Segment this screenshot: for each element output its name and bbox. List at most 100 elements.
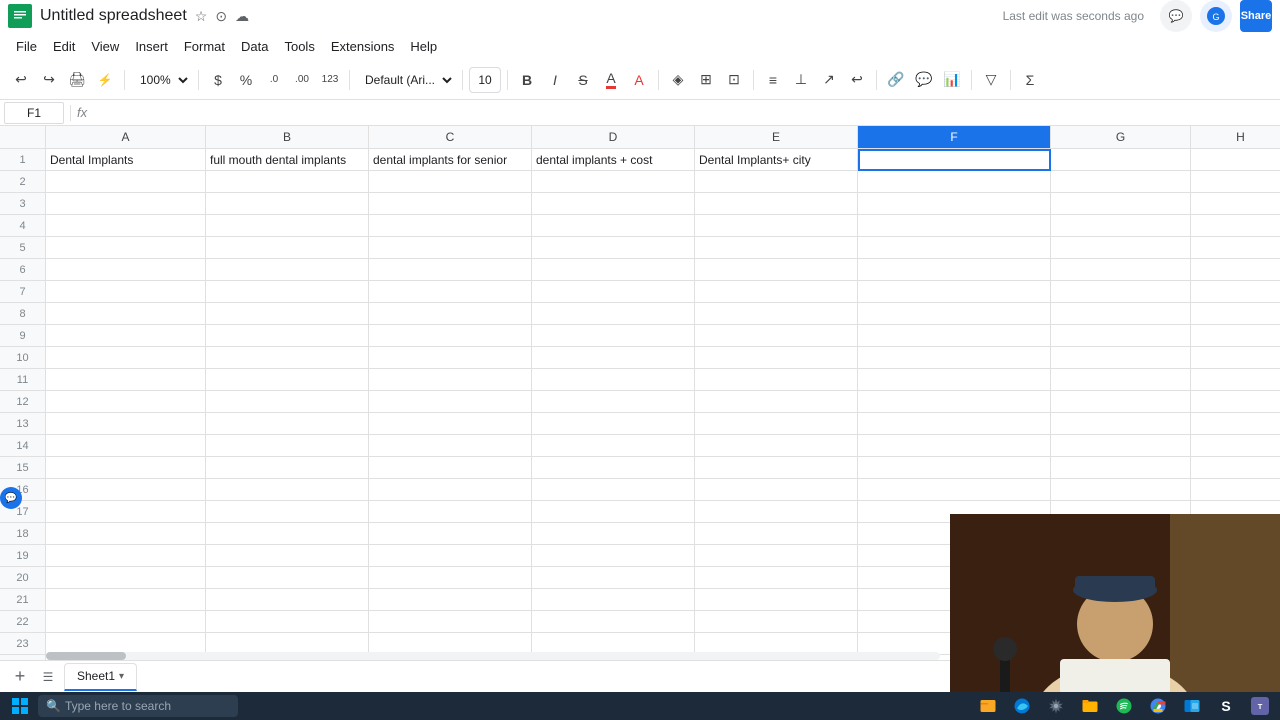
cell-c21[interactable] xyxy=(369,589,532,611)
italic-button[interactable]: I xyxy=(542,67,568,93)
strikethrough-button[interactable]: S xyxy=(570,67,596,93)
cell-b14[interactable] xyxy=(206,435,369,457)
menu-tools[interactable]: Tools xyxy=(276,37,322,56)
cell-d18[interactable] xyxy=(532,523,695,545)
cell-f11[interactable] xyxy=(858,369,1051,391)
cell-e18[interactable] xyxy=(695,523,858,545)
cell-e16[interactable] xyxy=(695,479,858,501)
function-button[interactable]: Σ xyxy=(1017,67,1043,93)
cell-f4[interactable] xyxy=(858,215,1051,237)
cell-b16[interactable] xyxy=(206,479,369,501)
cell-a7[interactable] xyxy=(46,281,206,303)
cell-e3[interactable] xyxy=(695,193,858,215)
row-num-18[interactable]: 18 xyxy=(0,523,46,545)
cell-h15[interactable] xyxy=(1191,457,1280,479)
undo-button[interactable]: ↩ xyxy=(8,67,34,93)
cell-b9[interactable] xyxy=(206,325,369,347)
cell-e8[interactable] xyxy=(695,303,858,325)
currency-button[interactable]: $ xyxy=(205,67,231,93)
bold-button[interactable]: B xyxy=(514,67,540,93)
cell-a21[interactable] xyxy=(46,589,206,611)
taskbar-app-spotify[interactable] xyxy=(1108,693,1140,719)
cell-c14[interactable] xyxy=(369,435,532,457)
chart-button[interactable]: 📊 xyxy=(939,67,965,93)
cell-e5[interactable] xyxy=(695,237,858,259)
add-sheet-button[interactable]: + xyxy=(8,665,32,689)
star-icon[interactable]: ☆ xyxy=(195,8,208,25)
cell-f6[interactable] xyxy=(858,259,1051,281)
cell-d19[interactable] xyxy=(532,545,695,567)
cell-b4[interactable] xyxy=(206,215,369,237)
cell-g5[interactable] xyxy=(1051,237,1191,259)
cell-f14[interactable] xyxy=(858,435,1051,457)
cell-d1[interactable]: dental implants + cost xyxy=(532,149,695,171)
cell-h4[interactable] xyxy=(1191,215,1280,237)
row-num-22[interactable]: 22 xyxy=(0,611,46,633)
col-header-g[interactable]: G xyxy=(1051,126,1191,148)
col-header-f[interactable]: F xyxy=(858,126,1051,148)
sheet-tab-sheet1[interactable]: Sheet1 ▾ xyxy=(64,663,137,691)
zoom-select[interactable]: 100%75%50%125% xyxy=(131,67,192,93)
chat-button[interactable]: 💬 xyxy=(1160,0,1192,32)
fill-color-button[interactable]: ◈ xyxy=(665,67,691,93)
cell-d22[interactable] xyxy=(532,611,695,633)
cell-c3[interactable] xyxy=(369,193,532,215)
cell-d7[interactable] xyxy=(532,281,695,303)
menu-insert[interactable]: Insert xyxy=(127,37,176,56)
text-color-button[interactable]: A xyxy=(626,67,652,93)
col-header-h[interactable]: H xyxy=(1191,126,1280,148)
filter-button[interactable]: ▽ xyxy=(978,67,1004,93)
menu-data[interactable]: Data xyxy=(233,37,276,56)
cell-c12[interactable] xyxy=(369,391,532,413)
row-num-6[interactable]: 6 xyxy=(0,259,46,281)
cell-g2[interactable] xyxy=(1051,171,1191,193)
cell-e6[interactable] xyxy=(695,259,858,281)
cell-a2[interactable] xyxy=(46,171,206,193)
col-header-d[interactable]: D xyxy=(532,126,695,148)
cell-c19[interactable] xyxy=(369,545,532,567)
cell-g7[interactable] xyxy=(1051,281,1191,303)
cell-f2[interactable] xyxy=(858,171,1051,193)
cell-d20[interactable] xyxy=(532,567,695,589)
windows-start-button[interactable] xyxy=(4,693,36,719)
cell-f3[interactable] xyxy=(858,193,1051,215)
taskbar-app-settings[interactable] xyxy=(1040,693,1072,719)
cell-d9[interactable] xyxy=(532,325,695,347)
cell-f8[interactable] xyxy=(858,303,1051,325)
taskbar-app-skype[interactable]: S xyxy=(1210,693,1242,719)
rotate-button[interactable]: ↗ xyxy=(816,67,842,93)
row-num-19[interactable]: 19 xyxy=(0,545,46,567)
cell-a14[interactable] xyxy=(46,435,206,457)
borders-button[interactable]: ⊞ xyxy=(693,67,719,93)
cell-b13[interactable] xyxy=(206,413,369,435)
cell-a12[interactable] xyxy=(46,391,206,413)
menu-format[interactable]: Format xyxy=(176,37,233,56)
cell-e2[interactable] xyxy=(695,171,858,193)
cell-a15[interactable] xyxy=(46,457,206,479)
cell-h9[interactable] xyxy=(1191,325,1280,347)
cell-e13[interactable] xyxy=(695,413,858,435)
row-num-8[interactable]: 8 xyxy=(0,303,46,325)
row-num-9[interactable]: 9 xyxy=(0,325,46,347)
font-size-input[interactable] xyxy=(469,67,501,93)
cell-c6[interactable] xyxy=(369,259,532,281)
cell-d21[interactable] xyxy=(532,589,695,611)
cell-h1[interactable] xyxy=(1191,149,1280,171)
row-num-23[interactable]: 23 xyxy=(0,633,46,655)
font-select[interactable]: Default (Ari... xyxy=(356,67,456,93)
col-header-b[interactable]: B xyxy=(206,126,369,148)
cell-f1[interactable] xyxy=(858,149,1051,171)
taskbar-app-explorer[interactable] xyxy=(1074,693,1106,719)
row-num-1[interactable]: 1 xyxy=(0,149,46,171)
cell-d12[interactable] xyxy=(532,391,695,413)
cell-f12[interactable] xyxy=(858,391,1051,413)
cell-a18[interactable] xyxy=(46,523,206,545)
cell-a5[interactable] xyxy=(46,237,206,259)
cell-c15[interactable] xyxy=(369,457,532,479)
row-num-12[interactable]: 12 xyxy=(0,391,46,413)
cell-d14[interactable] xyxy=(532,435,695,457)
move-icon[interactable]: ⊙ xyxy=(215,8,227,25)
percent-button[interactable]: % xyxy=(233,67,259,93)
cell-b15[interactable] xyxy=(206,457,369,479)
col-header-e[interactable]: E xyxy=(695,126,858,148)
